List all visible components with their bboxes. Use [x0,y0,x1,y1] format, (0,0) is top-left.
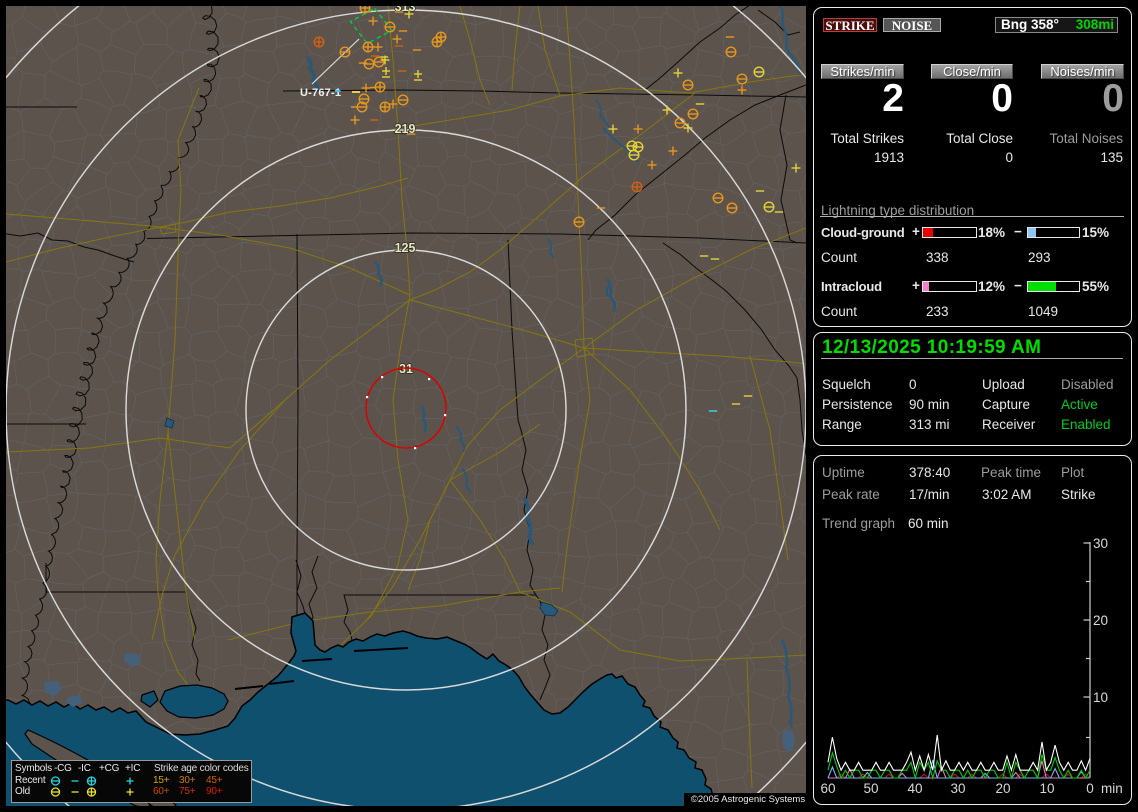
svg-text:min: min [1101,781,1123,796]
svg-text:313: 313 [395,6,416,14]
svg-text:0: 0 [1086,781,1094,796]
svg-text:30: 30 [950,781,965,796]
svg-text:40: 40 [907,781,922,796]
svg-text:30: 30 [1093,536,1108,551]
svg-text:125: 125 [395,241,416,255]
svg-text:60: 60 [820,781,835,796]
svg-text:10: 10 [1093,690,1108,705]
svg-text:20: 20 [995,781,1010,796]
svg-text:10: 10 [1039,781,1054,796]
svg-text:20: 20 [1093,613,1108,628]
svg-text:50: 50 [863,781,878,796]
svg-text:U-767-1: U-767-1 [300,87,341,99]
